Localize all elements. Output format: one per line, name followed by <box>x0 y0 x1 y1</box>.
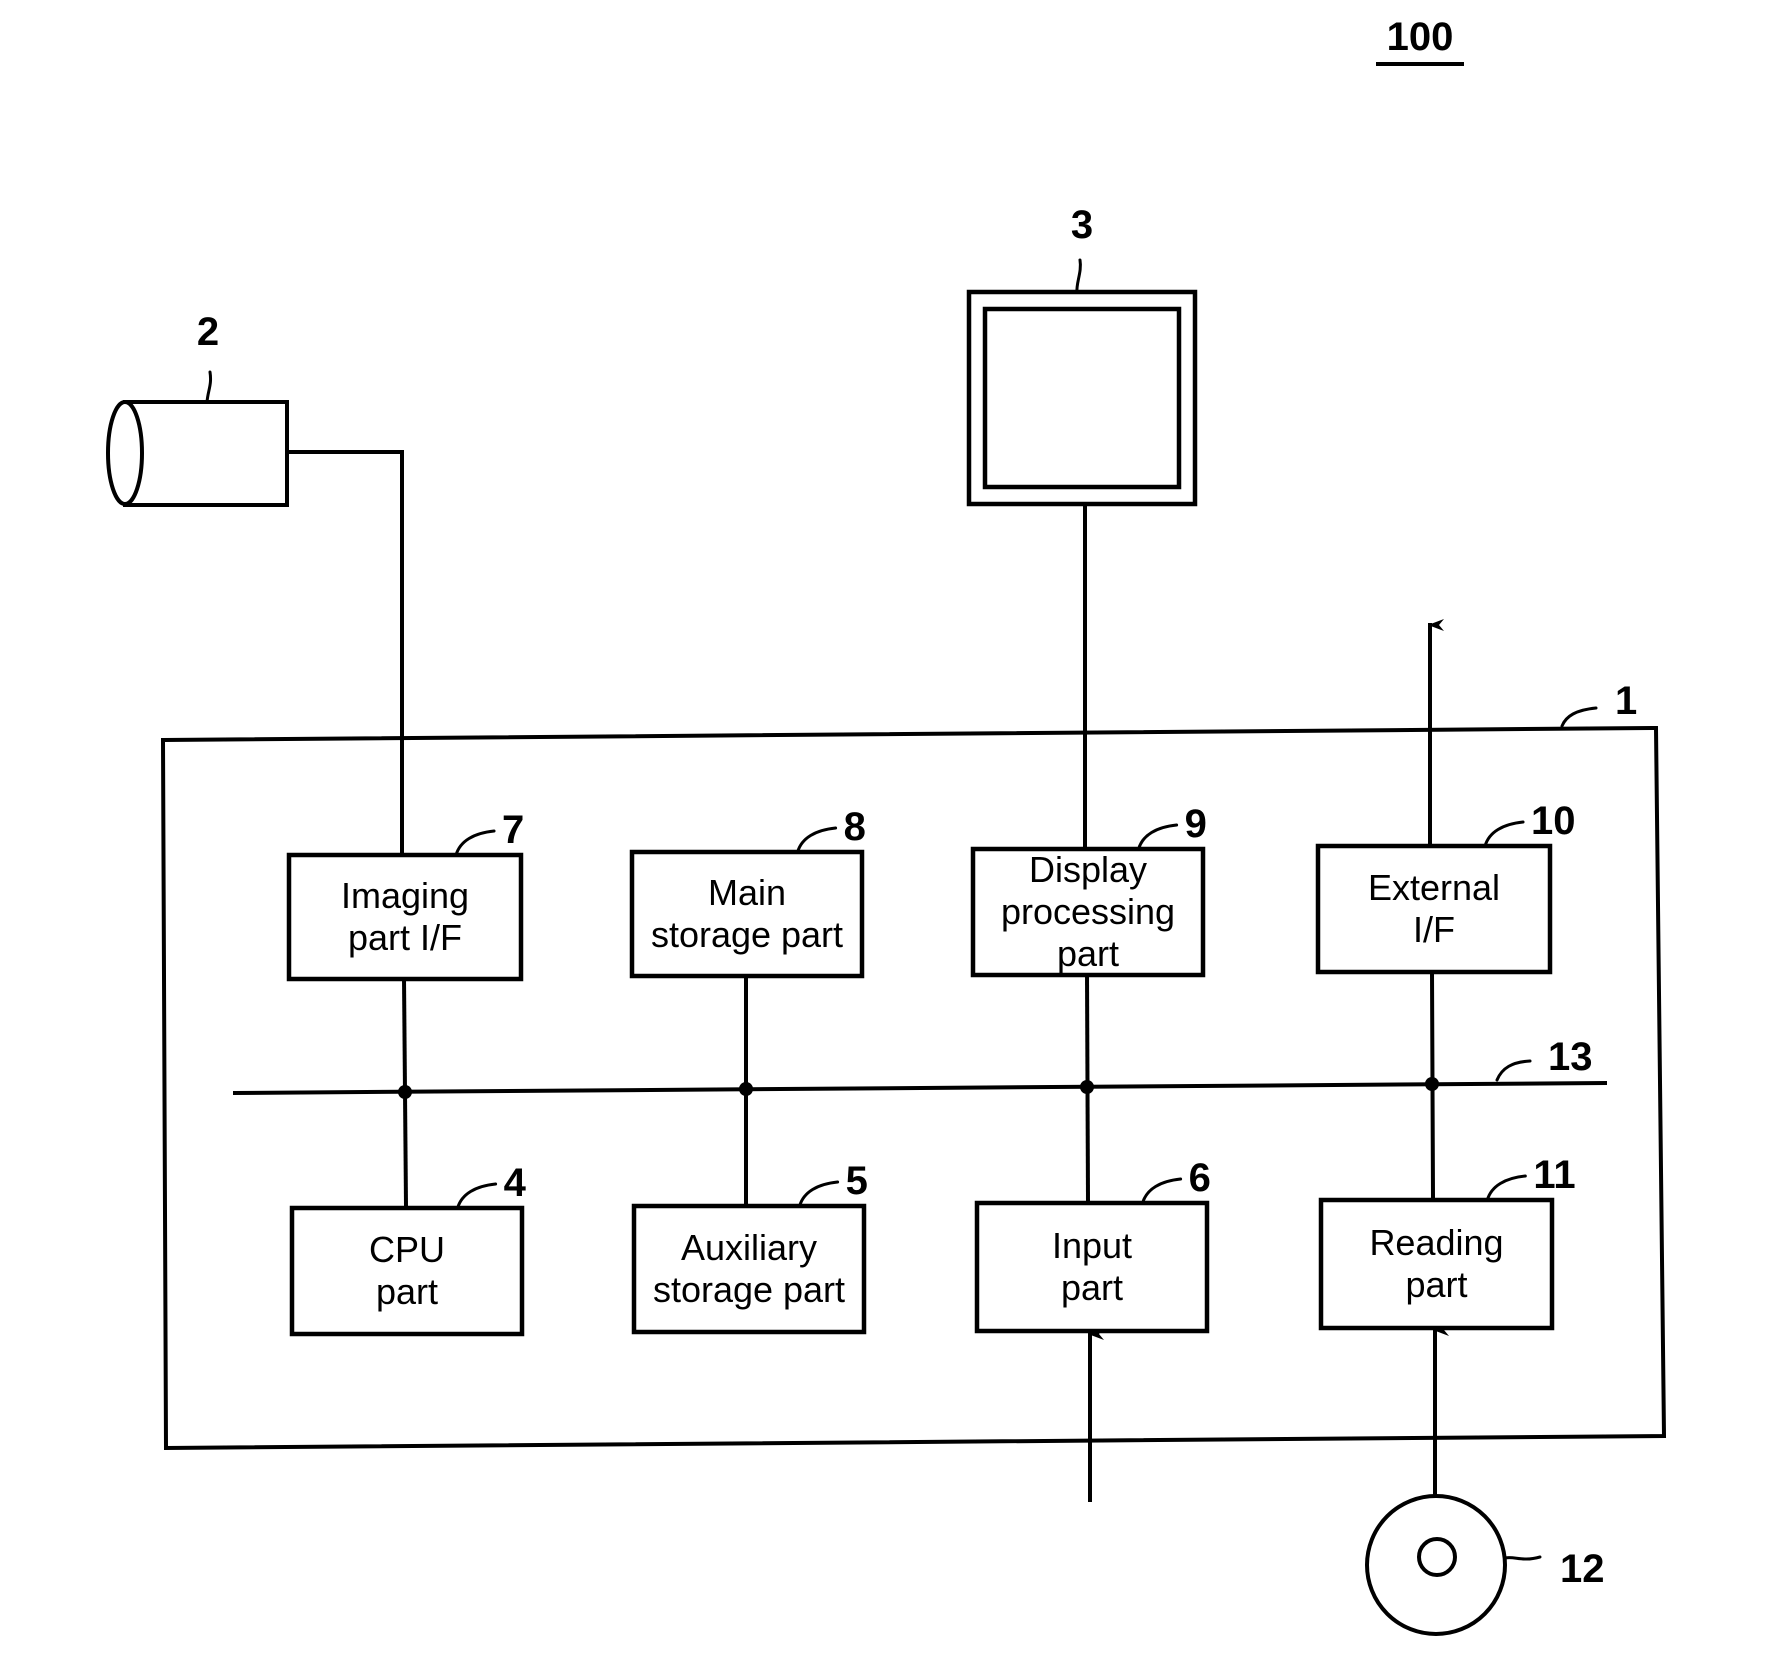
display-processing-part-label-line: part <box>1057 933 1119 974</box>
main-storage-part-leader-line <box>796 826 838 854</box>
bus-junction-dot <box>739 1082 753 1096</box>
disc-ref: 12 <box>1560 1547 1605 1591</box>
main-storage-part-label-line: storage part <box>651 914 843 955</box>
cpu-part-label-line: CPU <box>369 1229 445 1270</box>
system-bus: 13 <box>232 1035 1608 1096</box>
figure-number: 100 <box>1376 15 1464 66</box>
imaging-part-if-ref: 7 <box>502 808 524 852</box>
display-processing-part-leader-line <box>1137 823 1179 851</box>
imaging-part-if-leader-line <box>454 829 496 857</box>
auxiliary-storage-part-leader-line <box>798 1180 840 1208</box>
disc-icon: 12 <box>1365 1494 1605 1636</box>
cpu-part-label-line: part <box>376 1271 438 1312</box>
bus-junction-dot <box>1425 1077 1439 1091</box>
camera-connection-line <box>285 450 404 857</box>
external-if-leader-line <box>1483 820 1525 848</box>
input-part-label-line: part <box>1061 1267 1123 1308</box>
monitor-icon: 3 <box>966 203 1198 507</box>
imaging-part-if-label-line: Imaging <box>341 875 469 916</box>
imaging-part-if-label-line: part I/F <box>348 917 462 958</box>
auxiliary-storage-part-block: Auxiliarystorage part 5 <box>631 1159 868 1335</box>
system-ref: 1 <box>1615 679 1637 723</box>
bus-junction-dot <box>1080 1080 1094 1094</box>
reading-part-label-line: Reading <box>1369 1222 1503 1263</box>
camera-icon: 2 <box>106 310 289 507</box>
auxiliary-storage-part-ref: 5 <box>846 1159 868 1203</box>
cpu-part-block: CPUpart 4 <box>289 1161 527 1337</box>
display-processing-part-label-line: Display <box>1029 849 1147 890</box>
cpu-part-leader-line <box>456 1182 498 1210</box>
external-if-block: ExternalI/F 10 <box>1315 799 1576 975</box>
auxiliary-storage-part-label-line: Auxiliary <box>681 1227 817 1268</box>
block-diagram: 100 2 3 1 13 12 Imagingpart I/F7Mainstor… <box>106 15 1667 1636</box>
main-storage-part-label-line: Main <box>708 872 786 913</box>
display-processing-part-block: Displayprocessingpart 9 <box>970 802 1207 978</box>
monitor-ref: 3 <box>1071 203 1093 247</box>
external-if-label-line: External <box>1368 867 1500 908</box>
camera-ref: 2 <box>197 310 219 354</box>
main-storage-part-block: Mainstorage part 8 <box>629 805 866 979</box>
external-if-ref: 10 <box>1531 799 1576 843</box>
blocks-layer: Imagingpart I/F7Mainstorage part8Display… <box>286 799 1576 1337</box>
input-part-ref: 6 <box>1189 1156 1211 1200</box>
imaging-part-if-block: Imagingpart I/F 7 <box>286 808 524 982</box>
display-processing-part-label-line: processing <box>1001 891 1175 932</box>
input-part-block: Inputpart 6 <box>974 1156 1211 1334</box>
bus-junction-dot <box>398 1085 412 1099</box>
auxiliary-storage-part-label-line: storage part <box>653 1269 845 1310</box>
reading-part-ref: 11 <box>1533 1153 1575 1197</box>
reading-part-leader-line <box>1485 1174 1527 1202</box>
reading-part-label-line: part <box>1405 1264 1467 1305</box>
input-part-leader-line <box>1141 1177 1183 1205</box>
display-processing-part-ref: 9 <box>1185 802 1207 846</box>
bus-ref: 13 <box>1548 1035 1593 1079</box>
input-part-label-line: Input <box>1052 1225 1132 1266</box>
reading-part-block: Readingpart 11 <box>1318 1153 1576 1331</box>
main-storage-part-ref: 8 <box>844 805 866 849</box>
external-if-label-line: I/F <box>1413 909 1455 950</box>
figure-number-text: 100 <box>1387 15 1454 59</box>
cpu-part-ref: 4 <box>504 1161 527 1205</box>
